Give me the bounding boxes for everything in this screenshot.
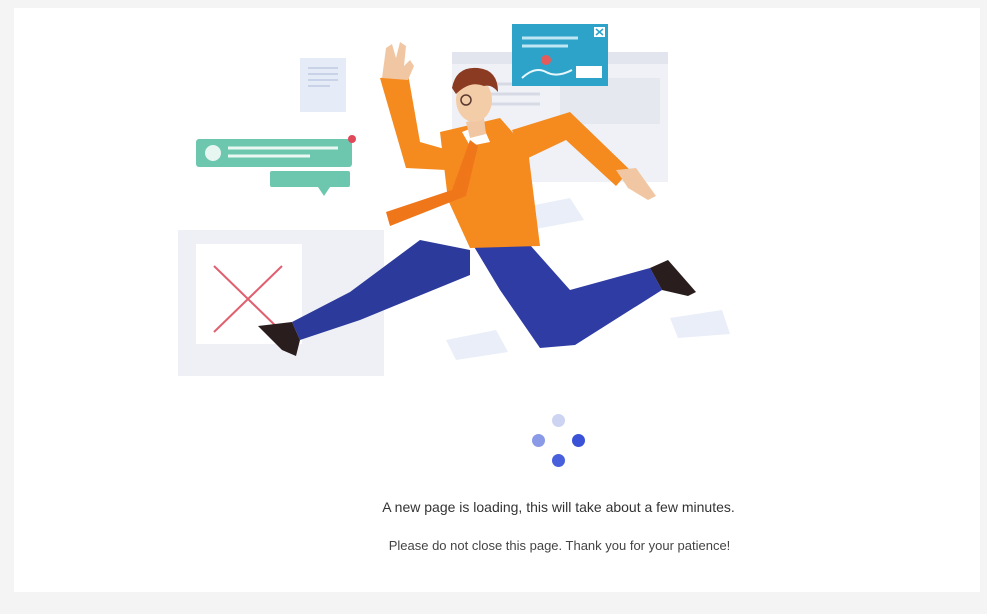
loading-message: A new page is loading, this will take ab… xyxy=(382,499,735,515)
running-man-illustration xyxy=(178,24,730,376)
raised-hand xyxy=(382,42,414,80)
map-card-badge xyxy=(576,66,602,78)
chat-bubble-tail xyxy=(318,187,330,196)
chat-avatar-icon xyxy=(205,145,221,161)
front-leg xyxy=(470,240,662,348)
notification-dot-icon xyxy=(348,135,356,143)
patience-note: Please do not close this page. Thank you… xyxy=(388,538,731,553)
chat-bubble-bottom xyxy=(270,171,350,187)
location-pin-icon xyxy=(541,55,551,65)
raised-arm xyxy=(380,74,448,170)
paper-bit xyxy=(446,330,508,360)
paper-bit xyxy=(670,310,730,338)
